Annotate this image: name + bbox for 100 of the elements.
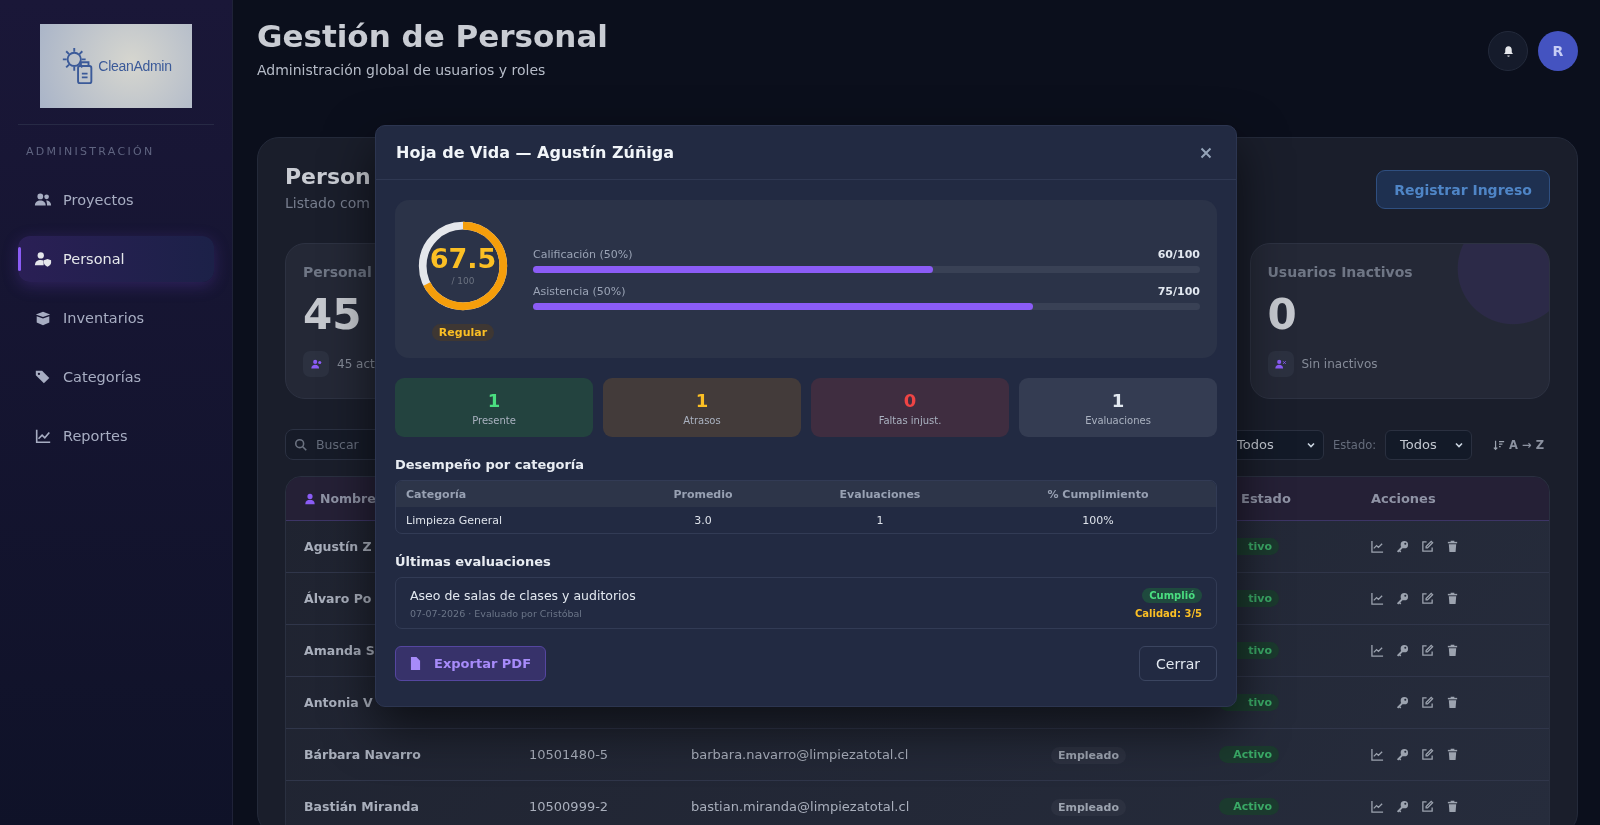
column-header: % Cumplimiento [1046, 487, 1150, 501]
name-cell: Bastián Miranda [304, 799, 419, 814]
trash-icon[interactable] [1446, 696, 1459, 709]
nav-item[interactable]: Reportes [18, 413, 214, 459]
email-cell: barbara.navarro@limpiezatotal.cl [691, 747, 909, 762]
chart-line-icon[interactable] [1371, 800, 1384, 813]
nav-item[interactable]: Categorías [18, 354, 214, 400]
status-badge: Activo [1219, 798, 1279, 815]
role-badge: Empleado [1051, 799, 1126, 816]
trash-icon[interactable] [1446, 800, 1459, 813]
section-title: Desempeño por categoría [395, 457, 586, 472]
key-icon[interactable] [1396, 644, 1409, 657]
stat-value: 0 [1267, 290, 1297, 339]
key-icon[interactable] [1396, 800, 1409, 813]
counter-value: 1 [487, 389, 501, 411]
chart-line-icon[interactable] [1371, 592, 1384, 605]
user-icon [304, 492, 316, 505]
logo-text: CleanAdmin [98, 58, 172, 74]
bar-reading: 75/100 [1157, 285, 1200, 298]
table-cell-text: Limpieza General [405, 513, 504, 527]
trash-icon[interactable] [1446, 644, 1459, 657]
rut-cell: 10500999-2 [529, 799, 609, 814]
stat-title: Personal [303, 264, 372, 280]
nav-item[interactable]: Personal [18, 236, 214, 282]
column-header: Categoría [405, 487, 468, 501]
stat-value: 45 [303, 290, 362, 339]
notifications-button[interactable] [1488, 31, 1528, 71]
dialog-title: Hoja de Vida — Agustín Zúñiga [396, 143, 675, 162]
trash-icon[interactable] [1446, 748, 1459, 761]
page-title: Gestión de Personal [257, 18, 608, 54]
user-shield-icon [34, 250, 52, 268]
stat-title: Usuarios Inactivos [1267, 264, 1413, 280]
close-dialog-button[interactable]: Cerrar [1139, 646, 1217, 681]
stat-note: 45 act [337, 357, 375, 371]
trash-icon[interactable] [1446, 592, 1459, 605]
chart-line-icon[interactable] [1371, 748, 1384, 761]
edit-icon[interactable] [1421, 540, 1434, 553]
box-icon [34, 309, 52, 327]
edit-icon[interactable] [1421, 748, 1434, 761]
name-cell: Amanda S [304, 643, 375, 658]
score-max: / 100 [451, 276, 475, 286]
edit-icon[interactable] [1421, 644, 1434, 657]
pdf-file-icon [410, 657, 421, 670]
bar-reading: 60/100 [1157, 248, 1200, 261]
rut-cell: 10501480-5 [529, 747, 609, 762]
evaluation-meta: 07-07-2026 · Evaluado por Cristóbal [410, 607, 583, 619]
status-select[interactable]: Todos [1385, 429, 1473, 460]
name-cell: Álvaro Po [304, 591, 372, 606]
export-pdf-button[interactable]: Exportar PDF [395, 646, 547, 681]
counter-label: Atrasos [683, 414, 721, 426]
user-remove-icon [1267, 351, 1294, 377]
status-badge: Activo [1219, 746, 1279, 763]
edit-icon[interactable] [1421, 696, 1434, 709]
key-icon[interactable] [1396, 696, 1409, 709]
table-cell-text: 3.0 [693, 513, 713, 527]
key-icon[interactable] [1396, 592, 1409, 605]
key-icon[interactable] [1396, 748, 1409, 761]
score-value: 67.5 [429, 245, 497, 272]
panel-title: Person [285, 164, 371, 189]
email-cell: bastian.miranda@limpiezatotal.cl [691, 799, 910, 814]
trash-icon[interactable] [1446, 540, 1459, 553]
section-label: ADMINISTRACIÓN [26, 145, 156, 158]
name-cell: Agustín Z [304, 539, 372, 554]
result-badge: Cumplió [1142, 587, 1202, 603]
edit-icon[interactable] [1421, 592, 1434, 605]
search-icon [294, 437, 308, 452]
avatar[interactable]: R [1538, 31, 1578, 71]
counter-label: Evaluaciones [1085, 414, 1151, 426]
quality-score: Calidad: 3/5 [1134, 607, 1202, 619]
table-cell-text: 100% [1081, 513, 1115, 527]
chart-line-icon[interactable] [1371, 540, 1384, 553]
counter-value: 1 [695, 389, 709, 411]
nav-item[interactable]: Proyectos [18, 177, 214, 223]
column-header: Evaluaciones [838, 487, 922, 501]
counter-value: 1 [1111, 389, 1125, 411]
rating-badge: Regular [431, 323, 495, 341]
column-header: Estado [1240, 491, 1292, 506]
chart-line-icon[interactable] [1371, 644, 1384, 657]
table-cell-text: 1 [875, 513, 885, 527]
name-cell: Antonia V [304, 695, 373, 710]
stat-note: Sin inactivos [1301, 357, 1378, 371]
status-filter-label: Estado: [1333, 437, 1377, 452]
column-header: Promedio [672, 487, 734, 501]
tag-icon [34, 368, 52, 386]
edit-icon[interactable] [1421, 800, 1434, 813]
key-icon[interactable] [1396, 540, 1409, 553]
bar-label: Asistencia (50%) [533, 285, 626, 298]
chart-line-icon [34, 427, 52, 445]
bell-icon [1501, 44, 1515, 58]
counter-label: Presente [472, 414, 516, 426]
sort-icon [1493, 438, 1506, 451]
page-subtitle: Administración global de usuarios y roles [257, 62, 547, 78]
sort-button[interactable]: A → Z [1487, 437, 1550, 452]
counter-value: 0 [903, 389, 917, 411]
counter-label: Faltas injust. [878, 414, 942, 426]
section-title: Últimas evaluaciones [395, 554, 552, 569]
evaluation-title: Aseo de salas de clases y auditorios [410, 587, 636, 603]
name-cell: Bárbara Navarro [304, 747, 421, 762]
close-icon [1200, 146, 1212, 159]
nav-item[interactable]: Inventarios [18, 295, 214, 341]
